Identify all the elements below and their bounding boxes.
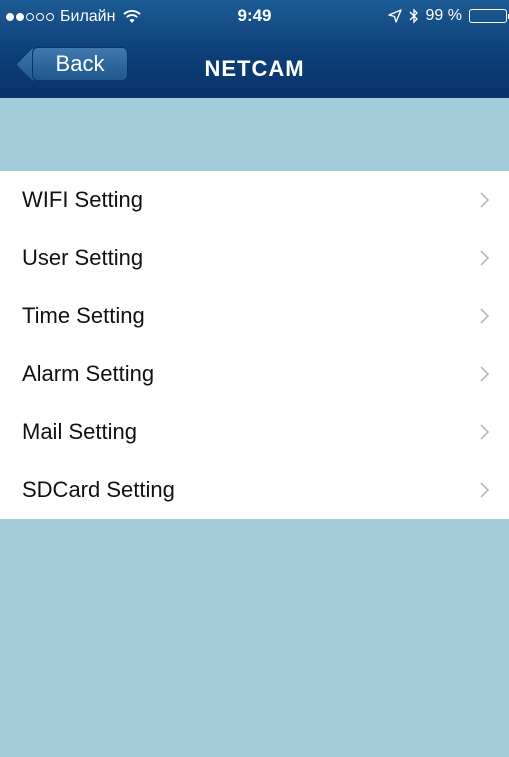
- navigation-bar: Back NETCAM: [0, 34, 509, 98]
- settings-item-label: SDCard Setting: [22, 477, 175, 502]
- chevron-right-icon: [480, 366, 490, 382]
- location-arrow-icon: [387, 9, 402, 23]
- back-button-label: Back: [55, 51, 105, 76]
- back-button[interactable]: Back: [32, 47, 128, 81]
- settings-item-user[interactable]: User Setting: [0, 229, 509, 287]
- chevron-right-icon: [480, 250, 490, 266]
- status-right: 99 %: [387, 7, 509, 25]
- top-bar: Билайн 9:49 99 % Back NETCAM: [0, 0, 509, 98]
- screen: Билайн 9:49 99 % Back NETCAM WIFI Settin…: [0, 0, 509, 757]
- chevron-right-icon: [480, 424, 490, 440]
- chevron-right-icon: [480, 482, 490, 498]
- bluetooth-icon: [409, 8, 418, 24]
- settings-item-label: User Setting: [22, 245, 144, 270]
- settings-item-label: WIFI Setting: [22, 187, 144, 212]
- back-button-area: Back: [0, 34, 160, 98]
- battery-percent: 99 %: [425, 7, 462, 24]
- battery-icon: [469, 9, 509, 23]
- settings-item-sdcard[interactable]: SDCard Setting: [0, 461, 509, 519]
- chevron-right-icon: [480, 192, 490, 208]
- settings-item-label: Time Setting: [22, 303, 145, 328]
- settings-item-label: Alarm Setting: [22, 361, 155, 386]
- settings-item-mail[interactable]: Mail Setting: [0, 403, 509, 461]
- settings-list: WIFI Setting User Setting Time Setting A…: [0, 171, 509, 519]
- settings-item-time[interactable]: Time Setting: [0, 287, 509, 345]
- settings-item-label: Mail Setting: [22, 419, 137, 444]
- status-bar: Билайн 9:49 99 %: [0, 0, 509, 34]
- settings-item-alarm[interactable]: Alarm Setting: [0, 345, 509, 403]
- settings-item-wifi[interactable]: WIFI Setting: [0, 171, 509, 229]
- chevron-right-icon: [480, 308, 490, 324]
